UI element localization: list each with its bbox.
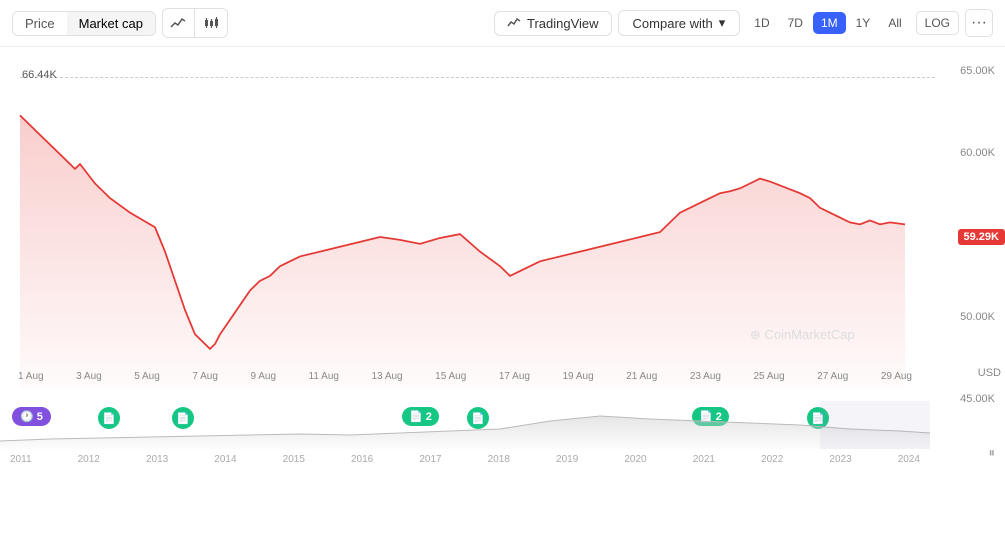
y-label-50: 50.00K [960,311,1001,323]
line-chart-btn[interactable] [163,9,195,37]
year-axis: 2011 2012 2013 2014 2015 2016 2017 2018 … [0,454,930,465]
y-label-45: 45.00K [960,393,1001,405]
price-marketcap-tabs: Price Market cap [12,11,156,36]
time-1y-btn[interactable]: 1Y [848,12,879,34]
mini-chart [0,401,930,449]
time-range-group: 1D 7D 1M 1Y All [746,12,909,34]
compare-btn[interactable]: Compare with ▾ [618,10,741,36]
toolbar: Price Market cap Tr [0,0,1005,47]
pause-icon[interactable]: ⏸ [989,445,996,461]
chevron-down-icon: ▾ [719,15,726,31]
candle-chart-btn[interactable] [195,9,227,37]
y-label-65: 65.00K [960,65,1001,77]
tradingview-label: TradingView [527,16,599,31]
time-1d-btn[interactable]: 1D [746,12,777,34]
price-tab[interactable]: Price [13,12,67,35]
svg-text:⊕ CoinMarketCap: ⊕ CoinMarketCap [750,327,855,342]
y-label-60: 60.00K [960,147,1001,159]
time-7d-btn[interactable]: 7D [780,12,811,34]
market-cap-tab[interactable]: Market cap [67,12,155,35]
chart-type-group [162,8,228,38]
compare-label: Compare with [633,16,713,31]
usd-label: USD [978,367,1001,379]
tradingview-btn[interactable]: TradingView [494,11,612,36]
current-price-badge: 59.29K [958,229,1005,245]
time-1m-btn[interactable]: 1M [813,12,846,34]
more-btn[interactable]: ··· [965,9,993,37]
log-btn[interactable]: LOG [916,11,959,35]
x-axis: 1 Aug 3 Aug 5 Aug 7 Aug 9 Aug 11 Aug 13 … [0,371,930,382]
time-all-btn[interactable]: All [880,12,909,34]
main-chart-svg: ⊕ CoinMarketCap [0,57,930,417]
chart-container: 66.44K ⊕ CoinMarketCap 65.00K 60.00K 55.… [0,47,1005,467]
more-icon: ··· [971,14,987,32]
